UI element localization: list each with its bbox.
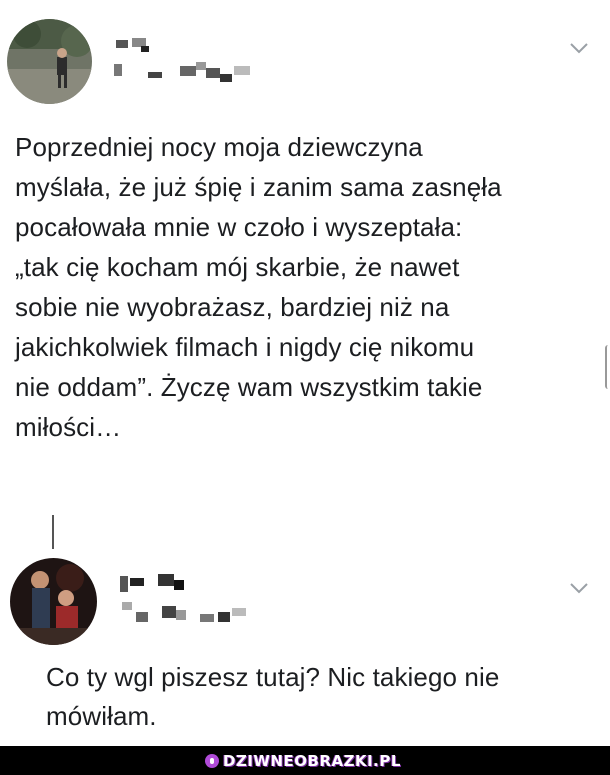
chevron-down-icon[interactable] [569, 581, 589, 595]
logo-icon [205, 754, 219, 768]
edge-divider [605, 345, 610, 389]
watermark-text: DZIWNEOBRAZKI.PL [223, 752, 401, 770]
chevron-down-icon[interactable] [569, 41, 589, 55]
thread-connector [52, 515, 54, 549]
reply-text: Co ty wgl piszesz tutaj? Nic takiego nie… [46, 662, 500, 731]
watermark[interactable]: DZIWNEOBRAZKI.PL [205, 752, 401, 770]
blurred-username [114, 38, 250, 82]
reply-author-avatar[interactable] [10, 558, 97, 645]
blurred-username [120, 574, 246, 622]
post-text: Poprzedniej nocy moja dziewczyna myślała… [15, 132, 502, 442]
post-author-avatar[interactable] [7, 19, 92, 104]
